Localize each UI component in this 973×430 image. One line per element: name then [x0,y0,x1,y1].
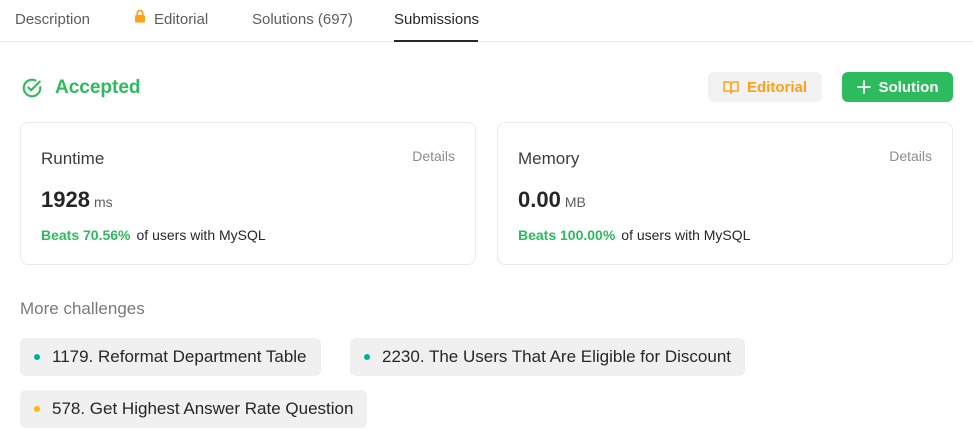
tab-label: Solutions (697) [252,11,353,28]
memory-beats: Beats 100.00% of users with MySQL [518,227,750,243]
tab-label: Description [15,11,91,28]
lock-icon [134,0,146,39]
tab-submissions[interactable]: Submissions [394,0,480,42]
memory-unit: MB [564,194,586,210]
challenge-chip[interactable]: 578. Get Highest Answer Rate Question [20,390,368,428]
tab-description[interactable]: Description [15,0,90,42]
memory-title: Memory [518,149,580,168]
memory-details-link[interactable]: Details [889,148,932,164]
challenge-chip[interactable]: 2230. The Users That Are Eligible for Di… [350,338,745,376]
runtime-unit: ms [93,194,113,210]
more-challenges-title: More challenges [20,299,145,318]
submission-status: Accepted [21,75,141,101]
easy-dot-icon [34,354,40,360]
challenge-label: 578. Get Highest Answer Rate Question [52,399,354,418]
runtime-beats-percent: Beats 70.56% [41,227,131,243]
memory-beats-percent: Beats 100.00% [518,227,616,243]
tab-editorial[interactable]: Editorial [134,0,208,42]
runtime-details-link[interactable]: Details [412,148,455,164]
check-circle-icon [22,78,42,98]
tab-bar: Description Editorial Solutions (697) Su… [0,0,973,42]
challenge-label: 1179. Reformat Department Table [52,347,307,366]
memory-value: 0.00 [518,187,561,212]
challenge-chip[interactable]: 1179. Reformat Department Table [20,338,321,376]
editorial-button-label: Editorial [746,78,807,96]
status-label: Accepted [55,77,141,98]
memory-value-row: 0.00 MB [518,187,586,213]
runtime-beats: Beats 70.56% of users with MySQL [41,227,266,243]
tab-solutions[interactable]: Solutions (697) [252,0,353,42]
runtime-title: Runtime [41,149,105,168]
memory-card[interactable]: Memory Details 0.00 MB Beats 100.00% of us… [497,122,953,265]
solution-button-label: Solution [878,78,939,96]
editorial-button[interactable]: Editorial [708,72,822,102]
active-tab-indicator [394,40,478,42]
runtime-beats-text: of users with MySQL [136,227,266,243]
easy-dot-icon [364,354,370,360]
tab-label: Editorial [154,11,209,28]
runtime-card[interactable]: Runtime Details 1928 ms Beats 70.56% of us… [20,122,476,265]
plus-icon [856,80,871,94]
runtime-value: 1928 [41,187,90,212]
tab-label: Submissions [394,11,480,28]
runtime-value-row: 1928 ms [41,187,113,213]
challenge-label: 2230. The Users That Are Eligible for Di… [382,347,731,366]
add-solution-button[interactable]: Solution [842,72,953,102]
medium-dot-icon [34,406,40,412]
memory-beats-text: of users with MySQL [621,227,751,243]
book-icon [723,81,739,94]
